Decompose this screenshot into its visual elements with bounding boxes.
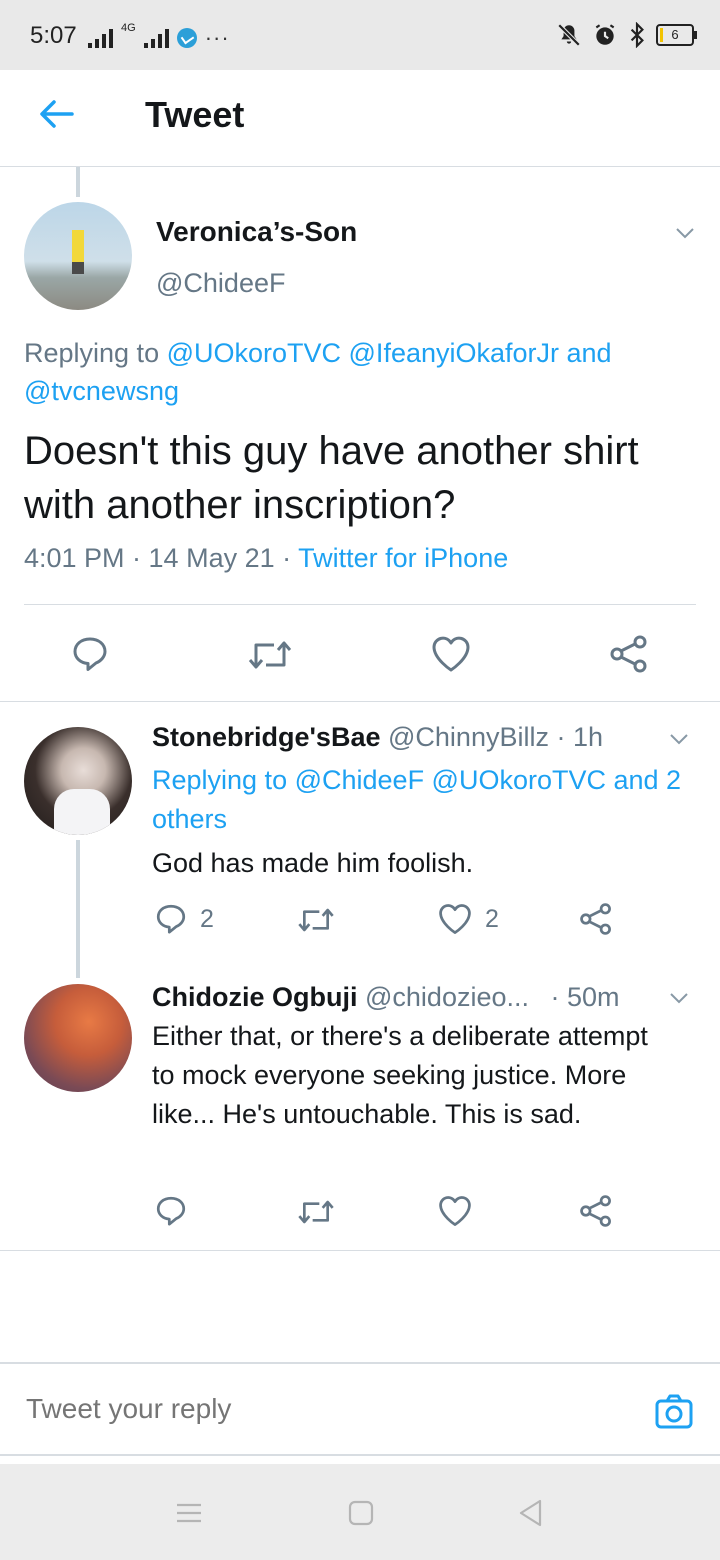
author-handle[interactable]: @ChinnyBillz [388, 722, 549, 752]
reply-icon [156, 1196, 186, 1226]
reply-count: 2 [200, 904, 214, 933]
reply-input[interactable] [24, 1386, 588, 1432]
bluetooth-icon [630, 22, 644, 48]
heart-icon [432, 636, 470, 672]
author-name[interactable]: Veronica’s-Son [156, 216, 357, 248]
tweet-meta: 4:01 PM · 14 May 21 · Twitter for iPhone [24, 543, 508, 574]
thread-connector [76, 840, 80, 978]
battery-icon: 6 [656, 24, 697, 46]
chevron-down-icon[interactable] [674, 222, 696, 244]
page-title: Tweet [145, 94, 245, 135]
divider [0, 1250, 720, 1251]
retweet-icon [298, 1200, 334, 1224]
reply-text: God has made him foolish. [152, 848, 474, 878]
like-count: 2 [485, 904, 499, 933]
reply-header: Chidozie Ogbuji @chidozieo... · 50m [152, 982, 620, 1013]
chevron-down-icon[interactable] [668, 987, 690, 1009]
more-notifications-icon: ··· [204, 25, 230, 50]
share-icon [610, 635, 647, 673]
retweet-icon [248, 641, 292, 669]
reply-button[interactable] [154, 1194, 200, 1228]
status-time: 5:07 [30, 22, 77, 49]
divider [24, 604, 696, 605]
reply-composer [0, 1362, 720, 1456]
tweet-text: Doesn't this guy have another shirt with… [24, 429, 639, 527]
reply-text: Either that, or there's a deliberate att… [152, 1021, 648, 1129]
share-button[interactable] [578, 1194, 614, 1228]
reply-button[interactable]: 2 [154, 902, 214, 936]
reply-time: · 1h [556, 722, 604, 752]
share-button[interactable] [608, 634, 650, 674]
tweet-source-link[interactable]: Twitter for iPhone [298, 543, 508, 573]
reply-icon [73, 637, 107, 671]
home-icon[interactable] [346, 1498, 376, 1528]
reply-icon [156, 904, 186, 934]
replying-prefix: Replying to [24, 338, 167, 368]
chevron-down-icon[interactable] [668, 728, 690, 750]
like-button[interactable] [430, 634, 472, 674]
tweet-timestamp: 4:01 PM · 14 May 21 · [24, 543, 299, 573]
reply-header: Stonebridge'sBae @ChinnyBillz · 1h [152, 722, 603, 753]
share-icon [580, 903, 611, 935]
avatar[interactable] [24, 727, 132, 835]
share-button[interactable] [578, 902, 614, 936]
battery-level: 6 [671, 27, 679, 42]
telegram-icon [176, 28, 197, 48]
menu-icon[interactable] [174, 1498, 204, 1528]
avatar[interactable] [24, 202, 132, 310]
reply-time: · 50m [550, 982, 620, 1012]
status-bar: 5:07 4G ··· 6 [0, 0, 720, 70]
back-nav-icon[interactable] [516, 1498, 546, 1528]
author-name[interactable]: Chidozie Ogbuji [152, 982, 357, 1012]
like-button[interactable] [437, 1194, 485, 1228]
network-type: 4G [121, 22, 136, 34]
back-arrow-icon[interactable] [36, 94, 76, 134]
status-right-icons: 6 [556, 20, 697, 50]
status-left-icons: 4G ··· [88, 22, 230, 50]
retweet-button[interactable] [296, 1196, 336, 1228]
camera-icon[interactable] [654, 1392, 694, 1432]
replying-to: Replying to @UOkoroTVC @IfeanyiOkaforJr … [24, 334, 694, 410]
share-icon [580, 1195, 611, 1227]
divider [0, 701, 720, 702]
thread-connector-top [76, 167, 80, 197]
replying-prefix: Replying to [152, 765, 295, 795]
author-name[interactable]: Stonebridge'sBae [152, 722, 380, 752]
like-button[interactable]: 2 [437, 902, 499, 936]
author-handle[interactable]: @chidozieo... [365, 982, 529, 1012]
retweet-icon [298, 908, 334, 932]
top-app-bar: Tweet [0, 70, 720, 167]
replying-to: Replying to @ChideeF @UOkoroTVC and 2 ot… [152, 761, 697, 839]
system-navigation-bar [0, 1464, 720, 1560]
retweet-button[interactable] [296, 904, 336, 936]
author-handle[interactable]: @ChideeF [156, 268, 285, 299]
alarm-icon [595, 24, 615, 45]
signal-icon [88, 28, 113, 48]
retweet-button[interactable] [246, 636, 294, 674]
reply-button[interactable] [70, 634, 110, 674]
heart-icon [439, 1196, 471, 1226]
mute-icon [557, 23, 581, 47]
signal-icon-2 [143, 28, 169, 48]
heart-icon [439, 904, 471, 934]
avatar[interactable] [24, 984, 132, 1092]
